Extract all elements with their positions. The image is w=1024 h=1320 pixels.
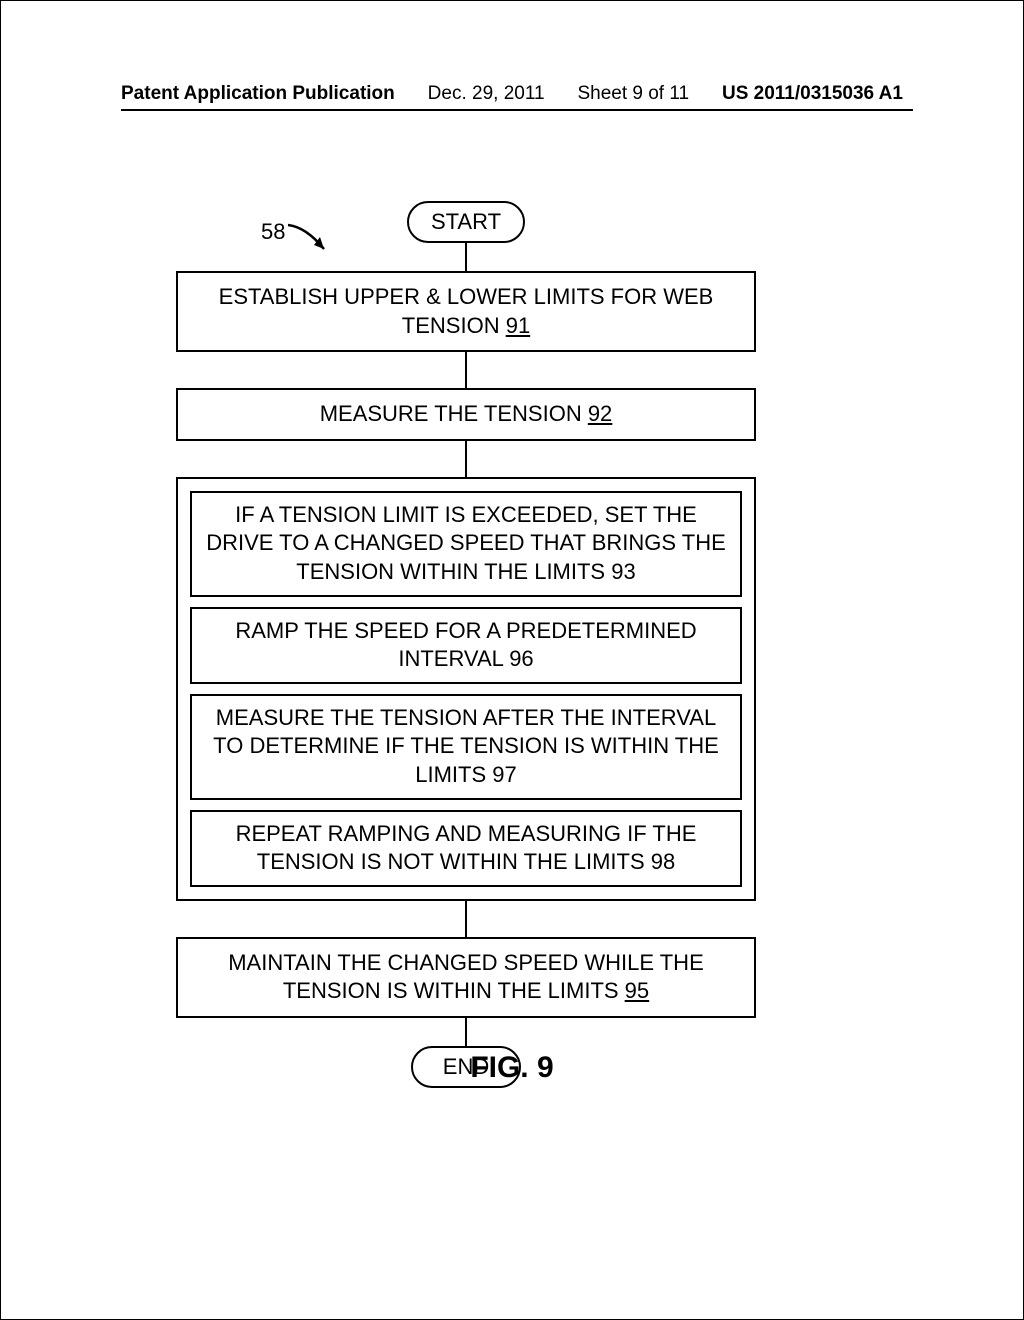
step-95: MAINTAIN THE CHANGED SPEED WHILE THE TEN… — [176, 937, 756, 1018]
header-sheet: Sheet 9 of 11 — [577, 83, 689, 105]
step-91-ref: 91 — [506, 313, 530, 338]
step-98-ref: 98 — [651, 849, 675, 874]
start-terminal: START — [176, 201, 756, 243]
step-96-ref: 96 — [509, 646, 533, 671]
header-docnum: US 2011/0315036 A1 — [722, 83, 903, 105]
connector — [465, 901, 467, 937]
figure-label: FIG. 9 — [1, 1051, 1023, 1085]
step-93: IF A TENSION LIMIT IS EXCEEDED, SET THE … — [190, 491, 742, 597]
page-header: Patent Application Publication Dec. 29, … — [1, 83, 1023, 105]
step-97: MEASURE THE TENSION AFTER THE INTERVAL T… — [190, 694, 742, 800]
step-96: RAMP THE SPEED FOR A PREDETERMINED INTER… — [190, 607, 742, 684]
step-91-text: ESTABLISH UPPER & LOWER LIMITS FOR WEB T… — [219, 284, 714, 338]
connector — [465, 243, 467, 271]
step-97-text: MEASURE THE TENSION AFTER THE INTERVAL T… — [213, 705, 719, 787]
step-98: REPEAT RAMPING AND MEASURING IF THE TENS… — [190, 810, 742, 887]
step-97-ref: 97 — [492, 762, 516, 787]
step-92-text: MEASURE THE TENSION — [320, 401, 588, 426]
header-date: Dec. 29, 2011 — [428, 83, 545, 105]
step-93-text: IF A TENSION LIMIT IS EXCEEDED, SET THE … — [206, 502, 726, 584]
page-frame: Patent Application Publication Dec. 29, … — [0, 0, 1024, 1320]
step-92-ref: 92 — [588, 401, 612, 426]
step-92: MEASURE THE TENSION 92 — [176, 388, 756, 441]
header-publication: Patent Application Publication — [121, 83, 395, 105]
step-group-93: IF A TENSION LIMIT IS EXCEEDED, SET THE … — [176, 477, 756, 901]
step-91: ESTABLISH UPPER & LOWER LIMITS FOR WEB T… — [176, 271, 756, 352]
header-rule — [121, 109, 913, 111]
step-93-ref: 93 — [611, 559, 635, 584]
connector — [465, 441, 467, 477]
step-95-ref: 95 — [625, 978, 649, 1003]
start-label: START — [407, 201, 525, 243]
step-98-text: REPEAT RAMPING AND MEASURING IF THE TENS… — [236, 821, 697, 875]
flowchart: START ESTABLISH UPPER & LOWER LIMITS FOR… — [176, 201, 756, 1088]
connector — [465, 352, 467, 388]
connector — [465, 1018, 467, 1046]
step-96-text: RAMP THE SPEED FOR A PREDETERMINED INTER… — [235, 618, 696, 672]
